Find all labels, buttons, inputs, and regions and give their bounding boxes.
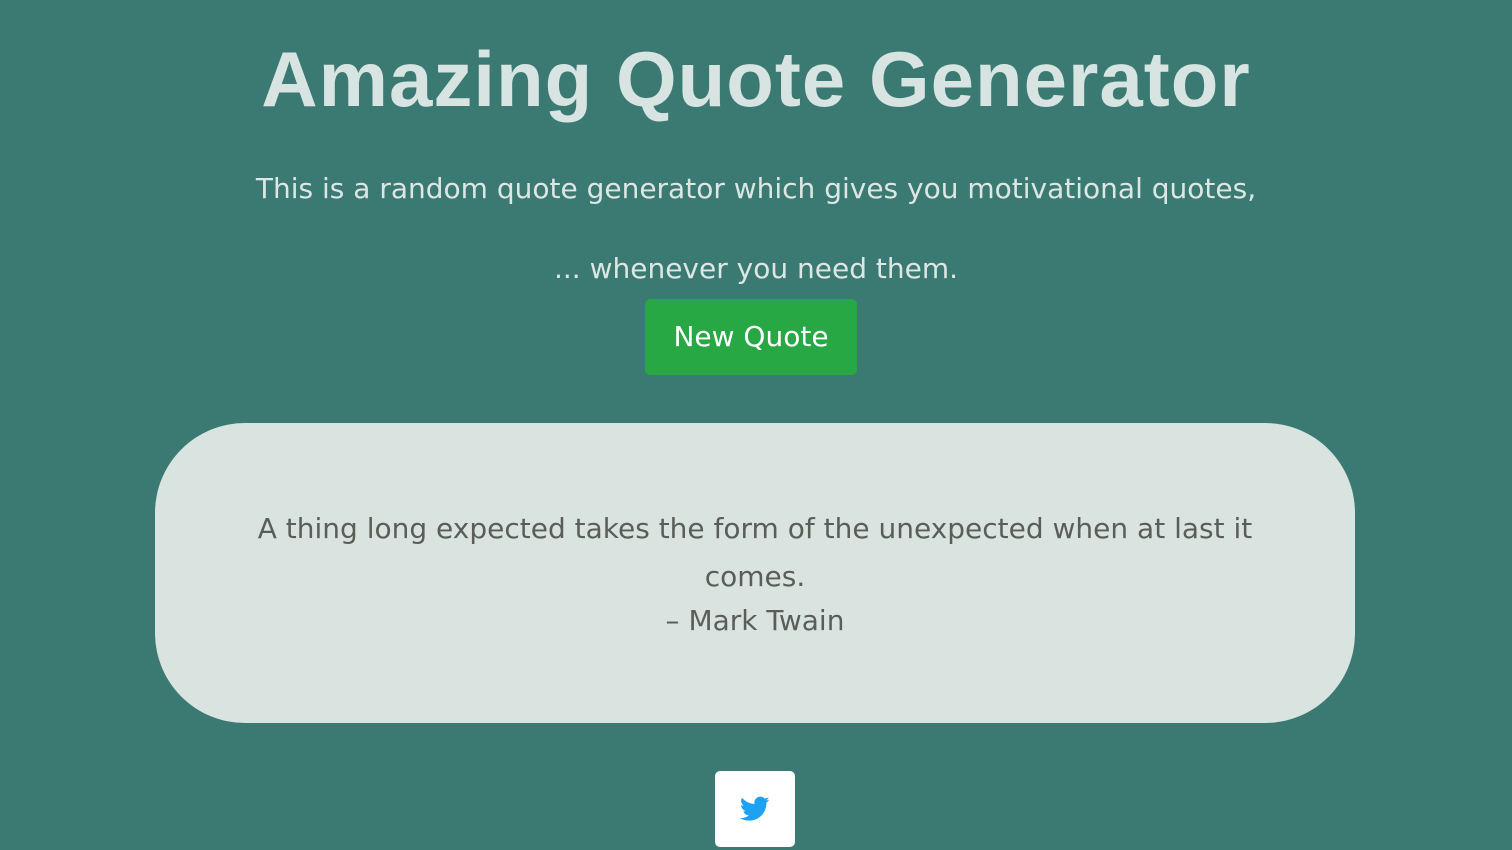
quote-card: A thing long expected takes the form of … <box>155 423 1355 723</box>
quote-author: – Mark Twain <box>665 604 845 637</box>
quote-text: A thing long expected takes the form of … <box>257 512 1253 593</box>
twitter-icon <box>740 796 770 822</box>
subtitle-line-2: ... whenever you need them. <box>553 252 958 285</box>
page-title: Amazing Quote Generator <box>261 35 1251 124</box>
subtitle-line-1: This is a random quote generator which g… <box>255 172 1257 205</box>
tweet-button[interactable] <box>715 771 795 847</box>
new-quote-button[interactable]: New Quote <box>645 299 857 375</box>
